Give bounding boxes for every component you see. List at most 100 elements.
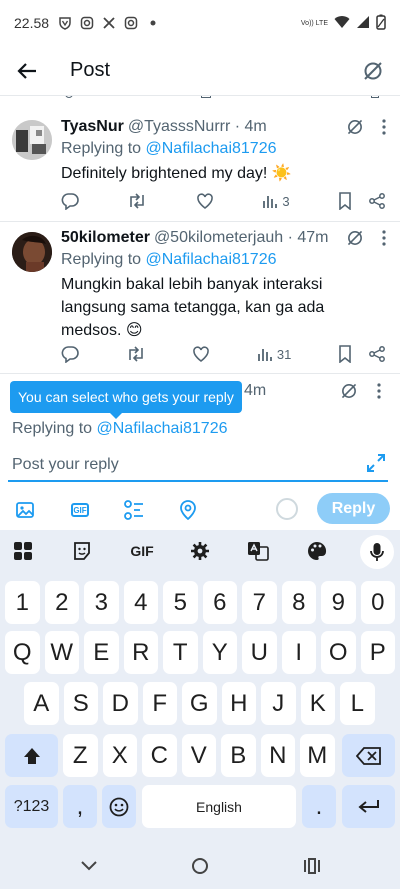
- reply-audience-tooltip[interactable]: You can select who gets your reply: [10, 381, 242, 419]
- key-5[interactable]: 5: [163, 581, 198, 624]
- key-d[interactable]: D: [103, 682, 138, 725]
- like-action[interactable]: [192, 345, 210, 363]
- shift-key[interactable]: [5, 734, 58, 777]
- key-s[interactable]: S: [63, 682, 98, 725]
- reply-action[interactable]: [61, 192, 79, 210]
- tweet[interactable]: 50kilometer @50kilometerjauh · 47m Reply…: [0, 222, 400, 374]
- apps-grid-button[interactable]: [11, 539, 35, 563]
- symbols-key[interactable]: ?123: [5, 785, 58, 828]
- grok-button[interactable]: [346, 60, 400, 82]
- gif-button[interactable]: GIF: [68, 498, 92, 522]
- reply-audience-selector[interactable]: @Nafilachai81726: [97, 420, 228, 437]
- bookmark-icon[interactable]: [338, 192, 352, 210]
- space-key[interactable]: English: [142, 785, 296, 828]
- key-o[interactable]: O: [321, 631, 356, 674]
- key-h[interactable]: H: [221, 682, 256, 725]
- theme-button[interactable]: [305, 539, 329, 563]
- key-p[interactable]: P: [360, 631, 395, 674]
- keyboard-gif-button[interactable]: GIF: [128, 539, 156, 563]
- grok-icon[interactable]: [340, 382, 358, 400]
- reply-action[interactable]: [61, 345, 79, 363]
- more-options-icon[interactable]: [382, 230, 386, 246]
- key-t[interactable]: T: [163, 631, 198, 674]
- key-z[interactable]: Z: [63, 734, 98, 777]
- key-k[interactable]: K: [300, 682, 335, 725]
- enter-icon: [357, 799, 379, 813]
- more-options-icon[interactable]: [377, 383, 381, 399]
- author-name[interactable]: TyasNur: [61, 118, 124, 136]
- key-r[interactable]: R: [123, 631, 158, 674]
- translate-button[interactable]: [246, 539, 270, 563]
- nav-recents-button[interactable]: [302, 856, 322, 876]
- status-bar: 22.58 Vo)) LTE: [0, 0, 400, 46]
- back-button[interactable]: [0, 46, 54, 96]
- grok-icon[interactable]: [346, 229, 364, 247]
- repost-action[interactable]: [127, 192, 147, 210]
- key-n[interactable]: N: [260, 734, 295, 777]
- reply-button[interactable]: Reply: [317, 493, 390, 524]
- period-key[interactable]: .: [302, 785, 336, 828]
- key-4[interactable]: 4: [123, 581, 158, 624]
- key-w[interactable]: W: [44, 631, 79, 674]
- key-x[interactable]: X: [102, 734, 137, 777]
- replying-prefix: Replying to: [61, 251, 142, 268]
- mention-link[interactable]: @Nafilachai81726: [146, 251, 277, 268]
- comma-key[interactable]: ,: [63, 785, 97, 828]
- key-9[interactable]: 9: [321, 581, 356, 624]
- emoji-key[interactable]: [102, 785, 136, 828]
- key-8[interactable]: 8: [281, 581, 316, 624]
- key-l[interactable]: L: [340, 682, 375, 725]
- key-0[interactable]: 0: [360, 581, 395, 624]
- sticker-button[interactable]: [70, 539, 94, 563]
- voice-input-button[interactable]: [360, 535, 394, 569]
- backspace-key[interactable]: [342, 734, 395, 777]
- key-a[interactable]: A: [24, 682, 59, 725]
- expand-composer-button[interactable]: [366, 453, 386, 478]
- repost-action[interactable]: [126, 345, 146, 363]
- key-7[interactable]: 7: [242, 581, 277, 624]
- author-name[interactable]: 50kilometer: [61, 229, 150, 247]
- nav-home-button[interactable]: [190, 856, 210, 876]
- wifi-icon: [334, 15, 350, 32]
- more-options-icon[interactable]: [382, 119, 386, 135]
- key-3[interactable]: 3: [84, 581, 119, 624]
- bookmark-icon[interactable]: [338, 345, 352, 363]
- grok-icon[interactable]: [346, 118, 364, 136]
- status-time: 22.58: [14, 15, 50, 31]
- key-j[interactable]: J: [261, 682, 296, 725]
- like-action[interactable]: [196, 192, 214, 210]
- key-6[interactable]: 6: [202, 581, 237, 624]
- settings-button[interactable]: [188, 539, 212, 563]
- key-e[interactable]: E: [84, 631, 119, 674]
- key-q[interactable]: Q: [5, 631, 40, 674]
- author-handle[interactable]: @TyasssNurrr: [128, 118, 230, 136]
- media-button[interactable]: [13, 498, 37, 522]
- key-f[interactable]: F: [142, 682, 177, 725]
- location-button[interactable]: [176, 498, 200, 522]
- key-y[interactable]: Y: [202, 631, 237, 674]
- share-icon[interactable]: [368, 345, 386, 363]
- key-u[interactable]: U: [242, 631, 277, 674]
- key-1[interactable]: 1: [5, 581, 40, 624]
- repost-icon: [130, 193, 145, 209]
- views-action[interactable]: 31: [257, 346, 291, 362]
- mention-link[interactable]: @Nafilachai81726: [146, 140, 277, 157]
- avatar[interactable]: [12, 120, 52, 160]
- location-pin-icon: [180, 500, 196, 520]
- views-action[interactable]: 3: [262, 193, 290, 209]
- key-m[interactable]: M: [300, 734, 335, 777]
- nav-back-button[interactable]: [79, 856, 99, 876]
- key-i[interactable]: I: [281, 631, 316, 674]
- key-c[interactable]: C: [142, 734, 177, 777]
- poll-button[interactable]: [122, 498, 146, 522]
- reply-input[interactable]: [12, 452, 372, 478]
- share-icon[interactable]: [368, 192, 386, 210]
- key-b[interactable]: B: [221, 734, 256, 777]
- key-2[interactable]: 2: [44, 581, 79, 624]
- key-g[interactable]: G: [182, 682, 217, 725]
- key-v[interactable]: V: [181, 734, 216, 777]
- author-handle[interactable]: @50kilometerjauh: [154, 229, 283, 247]
- tweet[interactable]: TyasNur @TyasssNurrr · 4m Replying to @N…: [0, 100, 400, 222]
- avatar[interactable]: [12, 232, 52, 272]
- enter-key[interactable]: [342, 785, 395, 828]
